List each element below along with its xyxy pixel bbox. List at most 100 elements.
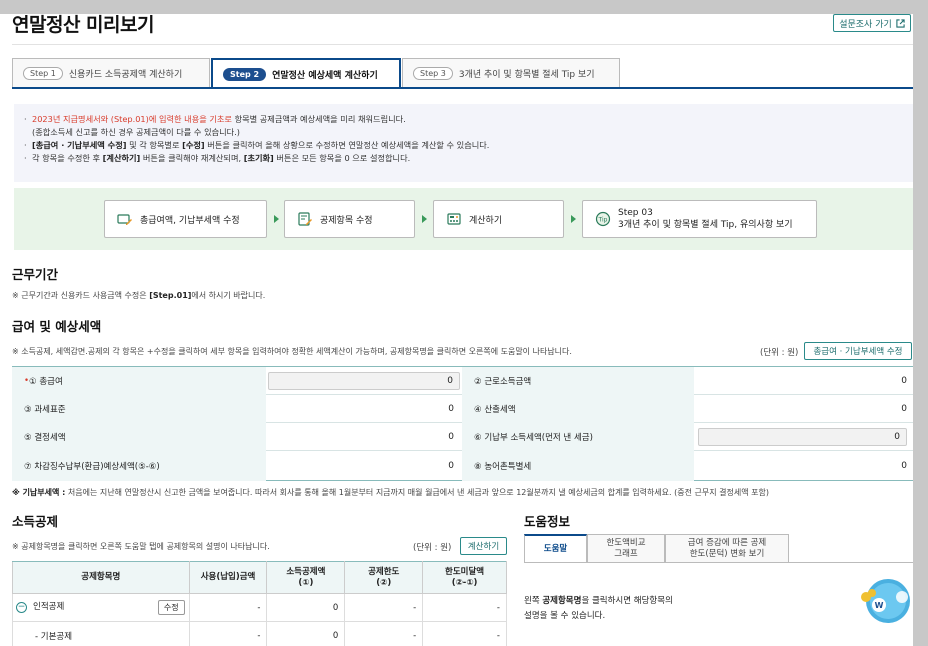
- used-amount: -: [188, 621, 268, 646]
- work-period-note: ※ 근무기간과 신용카드 사용금액 수정은 [Step.01]에서 하시기 바랍…: [12, 291, 266, 300]
- tax-base-value: 0: [448, 404, 454, 414]
- flow-step-3[interactable]: Tip Step 03 3개년 추이 및 항목별 절세 Tip, 유의사항 보기: [582, 200, 817, 238]
- table-row: − 인적공제 수정 - 0 - -: [12, 593, 507, 622]
- collapse-icon[interactable]: −: [16, 602, 27, 613]
- notice-line-4: · 각 항목을 수정한 후 [계산하기] 버튼을 클릭해야 재계산되며, [초기화…: [24, 153, 411, 163]
- flow-arrow: [422, 215, 427, 223]
- flow-step-label: Step 03: [618, 208, 653, 218]
- edit-money-icon: [117, 214, 132, 225]
- svg-text:W: W: [875, 601, 884, 610]
- deduction-header-row: 공제항목명 사용(납입)금액 소득공제액 (①) 공제한도 (②) 한도미달액 …: [12, 561, 507, 594]
- salary-note: ※ 소득공제, 세액감면.공제의 각 항목은 +수정을 클릭하여 세부 항목을 …: [12, 347, 572, 356]
- col-shortfall: 한도미달액 (②-①): [422, 561, 507, 594]
- edit-salary-button[interactable]: 총급여 · 기납부세액 수정: [804, 342, 912, 360]
- work-period-title: 근무기간: [12, 267, 59, 282]
- deduction-unit: (단위 : 원): [413, 543, 452, 553]
- salary-unit: (단위 : 원): [760, 348, 799, 358]
- help-tab-help[interactable]: 도움말: [524, 534, 587, 563]
- tab-step-badge: Step 3: [413, 66, 453, 80]
- salary-label-calculated-tax[interactable]: ④ 산출세액: [462, 395, 694, 423]
- limit-amount: -: [344, 593, 424, 622]
- step-tabs: Step 1 신용카드 소득공제액 계산하기 Step 2 연말정산 예상세액 …: [12, 58, 913, 89]
- gross-salary-input[interactable]: 0: [268, 372, 460, 390]
- col-deduction-amount: 소득공제액 (①): [266, 561, 346, 594]
- salary-label-determined-tax[interactable]: ⑤ 결정세액: [12, 423, 266, 451]
- help-title: 도움정보: [524, 514, 571, 529]
- salary-label-expected-refund[interactable]: ⑦ 차감징수납부(환급)예상세액(⑤-⑥): [12, 451, 266, 481]
- deduction-amount: 0: [266, 621, 346, 646]
- shortfall-amount: -: [422, 621, 507, 646]
- external-link-icon: [896, 18, 905, 28]
- page: 연말정산 미리보기 설문조사 가기 Step 1 신용카드 소득공제액 계산하기…: [0, 0, 913, 646]
- salary-row: ⑤ 결정세액 0 ⑥ 기납부 소득세액(먼저 낸 세금) 0: [12, 423, 913, 451]
- salary-label-gross[interactable]: • ① 총급여: [12, 367, 266, 395]
- salary-label-earned-income[interactable]: ② 근로소득금액: [462, 367, 694, 395]
- salary-row: ③ 과세표준 0 ④ 산출세액 0: [12, 395, 913, 423]
- calculator-icon: [447, 213, 461, 225]
- deduction-item-basic[interactable]: - 기본공제: [12, 621, 190, 646]
- survey-button[interactable]: 설문조사 가기: [833, 14, 911, 32]
- notice-line-1: · 2023년 지급명세서와 (Step.01)에 입력한 내용을 기초로 항목별…: [24, 114, 406, 124]
- calculate-button[interactable]: 계산하기: [460, 537, 507, 555]
- prepaid-tax-input[interactable]: 0: [698, 428, 907, 446]
- window-right-gap: [913, 0, 928, 646]
- mascot-icon: W: [861, 579, 910, 623]
- flow-arrow: [274, 215, 279, 223]
- tab-step-3[interactable]: Step 3 3개년 추이 및 항목별 절세 Tip 보기: [402, 58, 620, 88]
- deduction-note: ※ 공제항목명을 클릭하면 오른쪽 도움말 탭에 공제항목의 설명이 나타납니다…: [12, 542, 270, 551]
- process-flow: 총급여액, 기납부세액 수정 공제항목 수정 계산하기 Tip Step 03 …: [14, 188, 913, 250]
- deduction-item-personal[interactable]: − 인적공제 수정: [12, 593, 190, 622]
- salary-row: • ① 총급여 0 ② 근로소득금액 0: [12, 367, 913, 395]
- salary-title: 급여 및 예상세액: [12, 319, 102, 334]
- help-text: 왼쪽 공제항목명을 클릭하시면 해당항목의 설명을 볼 수 있습니다.: [524, 596, 673, 621]
- col-limit: 공제한도 (②): [344, 561, 424, 594]
- tab-step-1[interactable]: Step 1 신용카드 소득공제액 계산하기: [12, 58, 210, 88]
- tab-step-2[interactable]: Step 2 연말정산 예상세액 계산하기: [211, 58, 401, 89]
- survey-label: 설문조사 가기: [839, 19, 892, 30]
- col-used-amount: 사용(납입)금액: [188, 561, 268, 594]
- help-tab-limit-graph[interactable]: 한도액비교 그래프: [587, 534, 665, 563]
- flow-step-label: 총급여액, 기납부세액 수정: [140, 215, 240, 226]
- flow-step-3-text: Step 03 3개년 추이 및 항목별 절세 Tip, 유의사항 보기: [618, 207, 793, 231]
- tab-label: 신용카드 소득공제액 계산하기: [68, 69, 183, 80]
- flow-step-calculate[interactable]: 계산하기: [433, 200, 564, 238]
- rural-tax-value: 0: [901, 461, 907, 471]
- flow-step-sub: 3개년 추이 및 항목별 절세 Tip, 유의사항 보기: [618, 220, 793, 230]
- deduction-table: 공제항목명 사용(납입)금액 소득공제액 (①) 공제한도 (②) 한도미달액 …: [12, 561, 507, 646]
- determined-tax-value: 0: [448, 432, 454, 442]
- salary-grid: • ① 총급여 0 ② 근로소득금액 0 ③ 과세표준 0 ④ 산출세액 0 ⑤ …: [12, 366, 913, 481]
- header-divider: [12, 44, 913, 45]
- tab-label: 연말정산 예상세액 계산하기: [272, 71, 378, 81]
- tab-label: 3개년 추이 및 항목별 절세 Tip 보기: [458, 69, 595, 80]
- notice-line-3: · [총급여 · 기납부세액 수정] 및 각 항목별로 [수정] 버튼을 클릭하여…: [24, 140, 490, 150]
- flow-step-edit-deduction[interactable]: 공제항목 수정: [284, 200, 415, 238]
- deduction-amount: 0: [266, 593, 346, 622]
- tip-icon: Tip: [595, 211, 611, 227]
- edit-button[interactable]: 수정: [157, 600, 185, 615]
- salary-label-tax-base[interactable]: ③ 과세표준: [12, 395, 266, 423]
- page-title: 연말정산 미리보기: [12, 14, 154, 36]
- used-amount: -: [188, 593, 268, 622]
- tab-step-badge: Step 1: [23, 66, 63, 80]
- salary-row: ⑦ 차감징수납부(환급)예상세액(⑤-⑥) 0 ⑧ 농어촌특별세 0: [12, 451, 913, 481]
- tab-step-badge: Step 2: [223, 68, 267, 81]
- salary-label-rural-tax[interactable]: ⑧ 농어촌특별세: [462, 451, 694, 481]
- flow-step-edit-salary[interactable]: 총급여액, 기납부세액 수정: [104, 200, 267, 238]
- calculated-tax-value: 0: [901, 404, 907, 414]
- flow-arrow: [571, 215, 576, 223]
- tab-underline: [12, 87, 913, 89]
- table-row: - 기본공제 - 0 - -: [12, 621, 507, 646]
- edit-doc-icon: [298, 212, 312, 226]
- flow-step-label: 계산하기: [469, 215, 503, 226]
- expected-refund-value: 0: [448, 461, 454, 471]
- flow-step-label: 공제항목 수정: [320, 215, 373, 226]
- svg-text:Tip: Tip: [598, 217, 608, 224]
- deduction-title: 소득공제: [12, 514, 59, 529]
- notice-line-2: (종합소득세 신고를 하신 경우 공제금액이 다를 수 있습니다.): [32, 127, 240, 137]
- help-tab-threshold[interactable]: 급여 증감에 따른 공제 한도(문턱) 변화 보기: [665, 534, 789, 563]
- notice-box: · 2023년 지급명세서와 (Step.01)에 입력한 내용을 기초로 항목별…: [14, 104, 913, 182]
- earned-income-value: 0: [901, 376, 907, 386]
- salary-label-prepaid-tax[interactable]: ⑥ 기납부 소득세액(먼저 낸 세금): [462, 423, 694, 451]
- shortfall-amount: -: [422, 593, 507, 622]
- col-item-name: 공제항목명: [12, 561, 190, 594]
